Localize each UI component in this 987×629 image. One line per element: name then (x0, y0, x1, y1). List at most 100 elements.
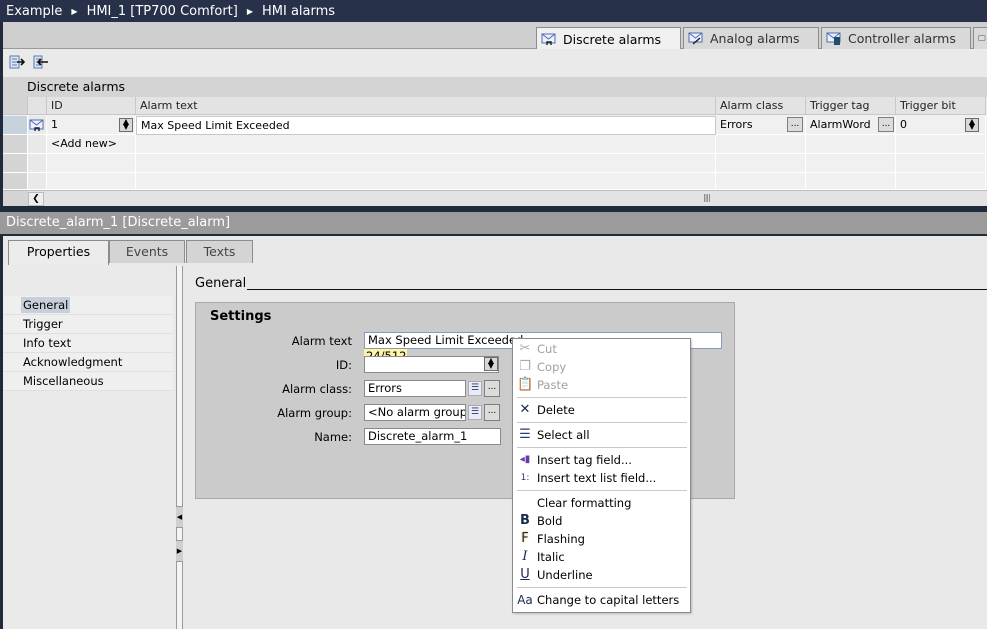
menu-item-clear-formatting[interactable]: Clear formatting (513, 494, 690, 512)
controller-alarm-icon (826, 32, 841, 45)
tab-discrete-alarms[interactable]: Discrete alarms (536, 27, 681, 50)
discrete-alarm-icon (541, 33, 556, 45)
menu-item-cut[interactable]: ✂ Cut (513, 340, 690, 358)
row-selector[interactable] (3, 116, 28, 135)
row-selector (3, 173, 28, 190)
column-header-id[interactable]: ID (47, 97, 136, 115)
empty-cell (896, 173, 986, 190)
breadcrumb-item[interactable]: HMI_1 [TP700 Comfort] (87, 4, 238, 19)
menu-item-flashing[interactable]: F Flashing (513, 530, 690, 548)
table-cell-trigger-bit[interactable]: 0 ▲ ▼ (896, 116, 986, 135)
alarm-group-browse-button[interactable]: ... (484, 404, 500, 421)
breadcrumb-separator-icon: ▶ (246, 6, 253, 16)
tab-properties[interactable]: Properties (8, 240, 109, 265)
nav-label: Miscellaneous (23, 374, 104, 388)
inspector-window: Properties Events Texts General Trigger … (3, 236, 987, 629)
menu-item-bold[interactable]: B Bold (513, 512, 690, 530)
tab-more[interactable] (973, 27, 987, 49)
alarm-class-browse-button[interactable]: ... (787, 117, 803, 132)
alarm-group-field[interactable]: <No alarm group> (364, 404, 466, 421)
table-cell-alarm-class[interactable]: Errors ... (716, 116, 806, 135)
row-selector[interactable] (3, 135, 28, 154)
id-value: 1 (51, 118, 58, 131)
nav-label: General (21, 297, 71, 313)
export-icon[interactable] (9, 55, 25, 69)
empty-cell (806, 135, 896, 154)
menu-item-select-all[interactable]: ☰ Select all (513, 426, 690, 444)
empty-cell (896, 135, 986, 154)
menu-item-delete[interactable]: ✕ Delete (513, 401, 690, 419)
scroll-left-button[interactable]: ❮ (28, 192, 44, 206)
empty-cell (136, 154, 716, 173)
column-header-trigger-tag[interactable]: Trigger tag (806, 97, 896, 115)
id-label: ID: (335, 358, 352, 372)
empty-cell (47, 173, 136, 190)
nav-splitter[interactable]: ◀ ▶ (176, 266, 183, 629)
list-icon[interactable]: ☰ (468, 381, 482, 396)
import-icon[interactable] (33, 55, 49, 69)
section-divider (247, 289, 987, 290)
menu-item-insert-tag-field[interactable]: ◂▮ Insert tag field... (513, 451, 690, 469)
group-title: Settings (210, 309, 272, 324)
section-title: General (195, 276, 247, 291)
horizontal-scrollbar[interactable]: ❮ |||| (3, 190, 987, 206)
alarm-class-field[interactable]: Errors (364, 380, 466, 397)
breadcrumb-separator-icon: ▶ (71, 6, 78, 16)
table-title: Discrete alarms (3, 77, 987, 97)
empty-cell (716, 154, 806, 173)
menu-item-change-to-capital[interactable]: Aa Change to capital letters (513, 591, 690, 609)
nav-item-acknowledgment[interactable]: Acknowledgment (3, 353, 173, 372)
tab-events[interactable]: Events (109, 240, 185, 263)
empty-cell (806, 173, 896, 190)
menu-item-insert-text-list-field[interactable]: 1: Insert text list field... (513, 469, 690, 487)
expand-right-icon[interactable]: ▶ (176, 540, 183, 562)
menu-item-underline[interactable]: U Underline (513, 566, 690, 584)
breadcrumb-item[interactable]: HMI alarms (262, 4, 335, 19)
tab-label: Analog alarms (710, 31, 800, 46)
tab-analog-alarms[interactable]: Analog alarms (683, 27, 819, 49)
column-header-alarm-class[interactable]: Alarm class (716, 97, 806, 115)
menu-item-paste[interactable]: 📋 Paste (513, 376, 690, 394)
menu-item-italic[interactable]: I Italic (513, 548, 690, 566)
nav-item-trigger[interactable]: Trigger (3, 315, 173, 334)
nav-item-miscellaneous[interactable]: Miscellaneous (3, 372, 173, 391)
scroll-grip-icon[interactable]: |||| (703, 193, 711, 202)
name-field[interactable]: Discrete_alarm_1 (364, 428, 501, 445)
menu-label: Cut (537, 342, 557, 356)
list-icon[interactable]: ☰ (468, 405, 482, 420)
nav-item-general[interactable]: General (3, 296, 173, 315)
nav-item-info-text[interactable]: Info text (3, 334, 173, 353)
alarm-text-label: Alarm text (291, 334, 352, 348)
column-header-alarm-text[interactable]: Alarm text (136, 97, 716, 115)
breadcrumb-item[interactable]: Example (6, 4, 62, 19)
table-cell-trigger-tag[interactable]: AlarmWord ... (806, 116, 896, 135)
tab-controller-alarms[interactable]: Controller alarms (821, 27, 971, 49)
select-all-icon: ☰ (519, 427, 531, 442)
property-navigation: General Trigger Info text Acknowledgment… (3, 266, 173, 629)
trigger-bit-spinner[interactable]: ▲ ▼ (965, 118, 979, 132)
menu-label: Copy (537, 360, 567, 374)
empty-cell (136, 135, 716, 154)
trigger-tag-browse-button[interactable]: ... (878, 117, 894, 132)
menu-item-copy[interactable]: ❐ Copy (513, 358, 690, 376)
id-field[interactable] (364, 356, 499, 373)
capitalize-icon: Aa (517, 593, 533, 607)
scroll-corner (3, 191, 28, 206)
table-cell-id[interactable]: 1 ▲ ▼ (47, 116, 136, 135)
column-header-trigger-bit[interactable]: Trigger bit (896, 97, 986, 115)
alarm-class-label: Alarm class: (282, 382, 352, 396)
id-spinner[interactable]: ▲ ▼ (484, 357, 498, 371)
id-spinner[interactable]: ▲ ▼ (119, 118, 133, 132)
alarm-class-browse-button[interactable]: ... (484, 380, 500, 397)
breadcrumb: Example ▶ HMI_1 [TP700 Comfort] ▶ HMI al… (0, 0, 987, 22)
add-new-row[interactable]: <Add new> (47, 135, 136, 154)
delete-icon: ✕ (519, 402, 531, 417)
collapse-left-icon[interactable]: ◀ (176, 506, 183, 528)
paste-icon: 📋 (517, 377, 534, 392)
menu-label: Select all (537, 428, 590, 442)
tab-texts[interactable]: Texts (186, 240, 253, 263)
context-menu: ✂ Cut ❐ Copy 📋 Paste ✕ Delete ☰ Select all ◂▮… (512, 338, 691, 613)
table-cell-alarm-text[interactable]: Max Speed Limit Exceeded (136, 116, 716, 135)
trigger-bit-value: 0 (900, 118, 907, 131)
analog-alarm-icon (688, 32, 703, 45)
